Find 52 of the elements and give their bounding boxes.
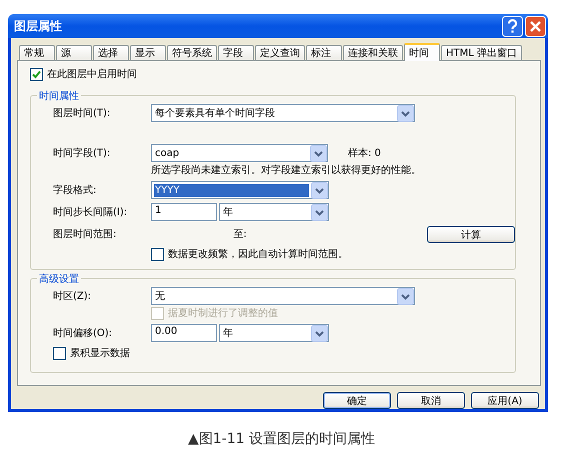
group-title: 高级设置 — [37, 272, 81, 286]
input-field[interactable]: 0.00 — [151, 324, 217, 342]
tab[interactable]: 源 — [56, 45, 92, 60]
chevron-down-icon — [311, 324, 328, 342]
tab[interactable]: 字段 — [218, 45, 254, 60]
window-title: 图层属性 — [14, 18, 63, 34]
tab[interactable]: 常规 — [19, 45, 55, 60]
dialog-button[interactable]: 取消 — [397, 392, 465, 409]
group-title: 时间属性 — [37, 89, 81, 103]
tab[interactable]: 定义查询 — [255, 45, 305, 60]
tab[interactable]: 选择 — [93, 45, 129, 60]
figure-caption: ▲图1-11 设置图层的时间属性 — [187, 430, 376, 448]
dropdown[interactable]: coap — [151, 144, 328, 162]
tab[interactable]: 显示 — [130, 45, 166, 60]
sample-count: 样本: 0 — [348, 146, 381, 160]
dropdown[interactable]: YYYY — [151, 181, 329, 199]
field-label: 时区(Z): — [53, 290, 92, 303]
chevron-down-icon — [311, 182, 328, 198]
tab[interactable]: HTML 弹出窗口 — [441, 45, 522, 60]
field-label: 时间步长间隔(I): — [53, 206, 128, 219]
checkbox[interactable] — [151, 248, 164, 260]
dropdown[interactable]: 年 — [219, 203, 329, 221]
checkbox-label: 在此图层中启用时间 — [47, 68, 137, 81]
chevron-down-icon — [397, 288, 414, 304]
checkbox[interactable] — [53, 346, 66, 360]
tab[interactable]: 符号系统 — [167, 45, 217, 60]
tab[interactable]: 连接和关联 — [343, 45, 403, 60]
tab[interactable]: 标注 — [306, 45, 342, 60]
field-label: 图层时间(T): — [53, 106, 112, 120]
range-to-label: 至: — [232, 228, 248, 241]
dialog-button[interactable]: 应用(A) — [471, 392, 539, 409]
help-icon[interactable] — [502, 16, 523, 36]
dropdown[interactable]: 每个要素具有单个时间字段 — [151, 104, 415, 122]
input-field[interactable]: 1 — [151, 203, 217, 221]
checkbox[interactable] — [30, 68, 43, 80]
dropdown[interactable]: 无 — [151, 287, 415, 305]
checkbox-label: 据夏时制进行了调整的值 — [168, 306, 278, 320]
index-note: 所选字段尚未建立索引。对字段建立索引以获得更好的性能。 — [151, 164, 422, 177]
dropdown[interactable]: 年 — [219, 324, 329, 342]
checkbox-label: 累积显示数据 — [70, 347, 130, 360]
field-label: 时间字段(T): — [53, 146, 112, 160]
checkbox-label: 数据更改频繁，因此自动计算时间范围。 — [168, 248, 348, 261]
chevron-down-icon — [397, 104, 414, 122]
field-label: 时间偏移(O): — [53, 326, 114, 340]
chevron-down-icon — [310, 144, 327, 162]
calculate-button[interactable]: 计算 — [427, 226, 515, 242]
field-label: 图层时间范围: — [53, 228, 118, 241]
field-label: 字段格式: — [53, 184, 98, 197]
chevron-down-icon — [311, 204, 328, 220]
tab[interactable]: 时间 — [404, 43, 440, 61]
close-icon[interactable] — [525, 16, 546, 36]
dialog-button[interactable]: 确定 — [323, 392, 391, 409]
